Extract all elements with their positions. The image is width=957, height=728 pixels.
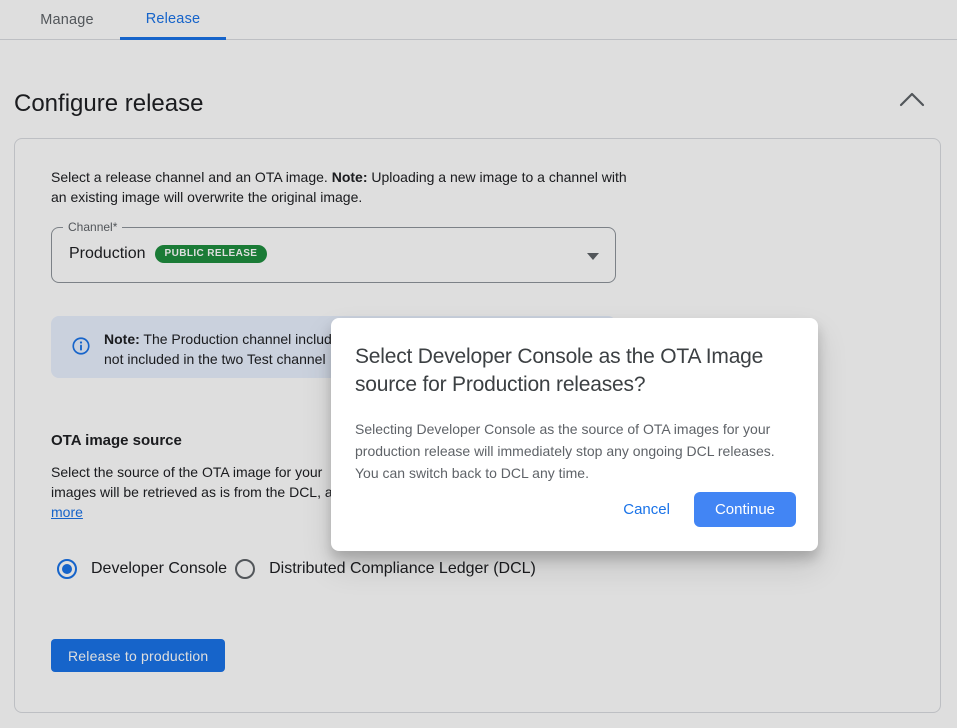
cancel-button[interactable]: Cancel xyxy=(613,495,680,524)
dialog-body: Selecting Developer Console as the sourc… xyxy=(355,418,797,484)
dialog-actions: Cancel Continue xyxy=(613,492,796,527)
dialog-title: Select Developer Console as the OTA Imag… xyxy=(355,343,797,399)
confirm-source-dialog: Select Developer Console as the OTA Imag… xyxy=(331,318,818,551)
continue-button[interactable]: Continue xyxy=(694,492,796,527)
